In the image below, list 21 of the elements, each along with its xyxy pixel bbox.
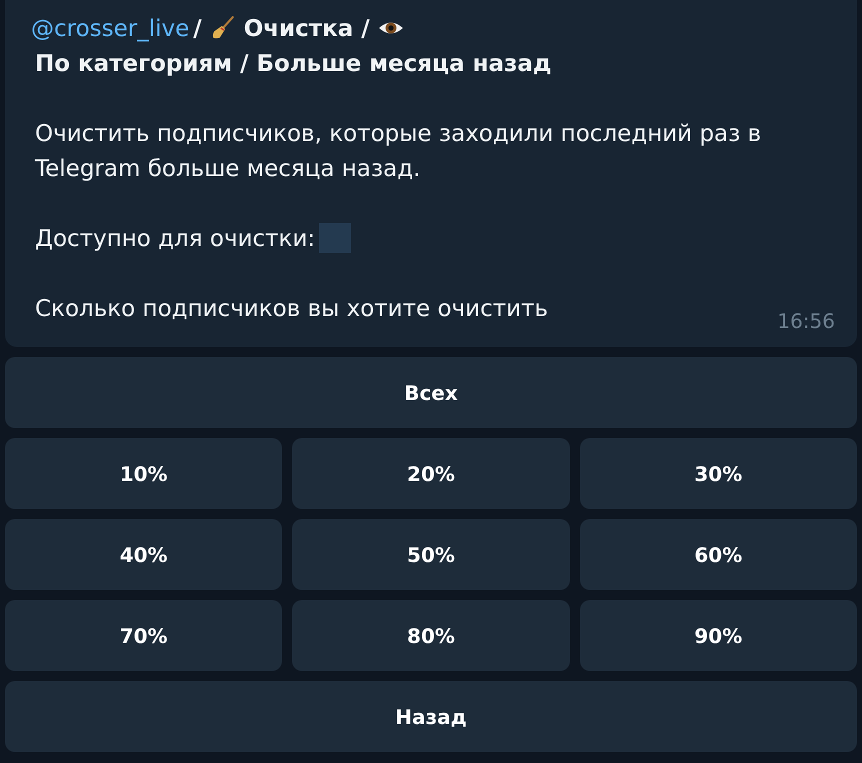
keyboard-button[interactable]: Назад xyxy=(5,681,857,752)
keyboard-button[interactable]: 10% xyxy=(5,438,282,509)
keyboard-button[interactable]: 40% xyxy=(5,519,282,590)
breadcrumb-text: / xyxy=(193,16,202,42)
keyboard-button[interactable]: Всех xyxy=(5,357,857,428)
message-text: Сколько подписчиков вы хотите очистить xyxy=(35,296,548,322)
channel-link[interactable]: @crosser_live xyxy=(31,16,190,42)
keyboard-button[interactable]: 60% xyxy=(580,519,857,590)
breadcrumb-text: месяца назад xyxy=(369,51,552,77)
message-text: Доступно для очистки: xyxy=(35,226,316,252)
keyboard-button[interactable]: 90% xyxy=(580,600,857,671)
spoiler-block[interactable] xyxy=(319,223,352,253)
keyboard-button[interactable]: 70% xyxy=(5,600,282,671)
breadcrumb-text: Очистка / xyxy=(244,16,370,42)
message-time: 16:56 xyxy=(777,308,835,335)
message-text: Очистить подписчиков, которые заходили последний раз в Telegram больше месяца назад. xyxy=(35,121,762,182)
keyboard-button[interactable]: 80% xyxy=(292,600,570,671)
keyboard-button[interactable]: 20% xyxy=(292,438,570,509)
keyboard-button[interactable]: 50% xyxy=(292,519,570,590)
keyboard-button[interactable]: 30% xyxy=(580,438,857,509)
breadcrumb-text: По категориям / Больше xyxy=(35,51,362,77)
